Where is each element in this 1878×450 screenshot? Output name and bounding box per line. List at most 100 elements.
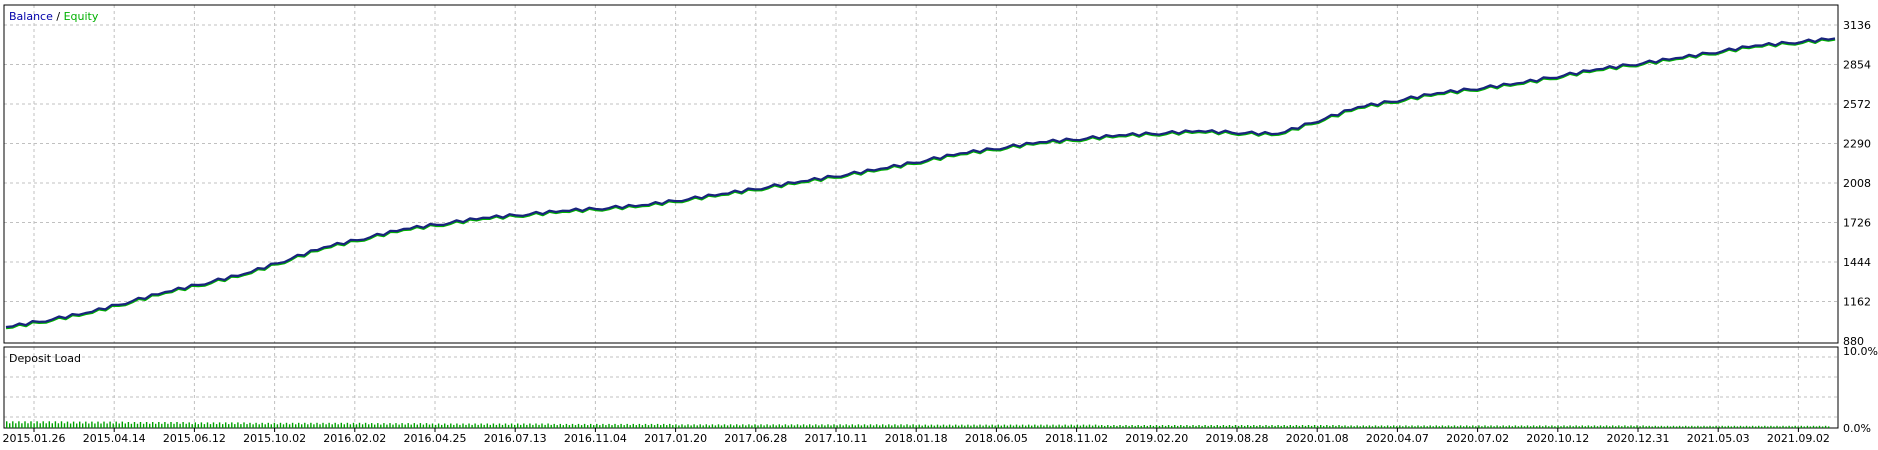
deposit-load-bar <box>587 425 589 428</box>
deposit-load-bar <box>918 424 920 428</box>
deposit-load-bar <box>18 421 20 429</box>
load-y-tick-label: 10.0% <box>1843 345 1878 358</box>
deposit-load-bar <box>298 422 300 429</box>
deposit-load-bar <box>1301 425 1304 428</box>
deposit-load-bar <box>161 423 163 428</box>
deposit-load-bar <box>203 424 206 429</box>
deposit-load-bar <box>1323 425 1325 428</box>
x-tick-label: 2021.09.02 <box>1767 432 1830 445</box>
deposit-load-bar <box>261 422 263 429</box>
deposit-load-bar <box>1803 426 1805 428</box>
deposit-load-bar <box>1265 425 1267 428</box>
deposit-load-bar <box>924 424 926 428</box>
deposit-load-bar <box>450 423 452 428</box>
deposit-load-bar <box>565 423 568 429</box>
deposit-load-bar <box>784 424 787 429</box>
deposit-load-bar <box>1201 425 1203 428</box>
deposit-load-bar <box>12 421 14 429</box>
x-tick-label: 2015.01.26 <box>3 432 66 445</box>
deposit-load-bar <box>1639 426 1641 429</box>
deposit-load-bar <box>127 422 130 428</box>
deposit-load-bar <box>1426 426 1428 429</box>
y-tick-label: 2854 <box>1843 59 1871 72</box>
deposit-load-bar <box>1183 425 1185 428</box>
deposit-load-bar <box>1225 425 1228 428</box>
deposit-load-bar <box>1575 425 1577 429</box>
deposit-load-bar <box>1706 426 1708 428</box>
deposit-load-bar <box>629 425 631 428</box>
deposit-load-bar <box>1320 425 1322 428</box>
deposit-load-bar <box>158 422 160 428</box>
deposit-load-bar <box>462 423 464 428</box>
deposit-load-bar <box>371 423 373 428</box>
deposit-load-bar <box>790 424 793 429</box>
deposit-load-bar <box>520 424 522 429</box>
deposit-load-bar <box>1463 426 1465 429</box>
deposit-load-bar <box>1642 425 1644 429</box>
deposit-load-bar <box>1070 424 1072 428</box>
deposit-load-bar <box>142 423 145 428</box>
deposit-load-bar <box>346 422 349 429</box>
deposit-load-bar <box>745 425 747 429</box>
deposit-load-bar <box>176 422 178 428</box>
deposit-load-bar <box>410 424 412 429</box>
deposit-load-bar <box>705 424 707 429</box>
deposit-load-bar <box>866 425 869 429</box>
deposit-load-bar <box>666 425 668 428</box>
deposit-load-bar <box>1718 426 1720 428</box>
load-y-tick-label: 0.0% <box>1843 422 1871 435</box>
deposit-load-bar <box>72 421 75 428</box>
deposit-load-bar <box>225 422 227 429</box>
deposit-load-bar <box>76 423 78 428</box>
deposit-load-bar <box>358 422 361 429</box>
deposit-load-bar <box>1560 426 1562 429</box>
deposit-load-bar <box>1177 425 1179 428</box>
deposit-load-bar <box>1648 425 1650 429</box>
deposit-load-bar <box>36 421 38 429</box>
deposit-load-bar <box>821 424 823 429</box>
deposit-load-bar <box>602 423 604 429</box>
deposit-load-bar <box>1283 425 1285 428</box>
deposit-load-bar <box>136 423 139 428</box>
deposit-load-bar <box>1274 425 1276 428</box>
deposit-load-bar <box>614 423 616 429</box>
deposit-load-bar <box>1715 425 1717 429</box>
deposit-load-bar <box>1000 425 1002 428</box>
deposit-load-bar <box>994 425 996 428</box>
deposit-load-bar <box>79 421 81 428</box>
deposit-load-bar <box>507 424 510 429</box>
deposit-load-bar <box>611 425 613 428</box>
deposit-load-bar <box>1490 425 1492 429</box>
deposit-load-bar <box>806 425 808 429</box>
deposit-load-bar <box>1466 425 1468 429</box>
deposit-load-bar <box>632 423 634 429</box>
deposit-load-bar <box>751 425 753 429</box>
deposit-load-bar <box>434 424 437 429</box>
deposit-load-bar <box>1104 425 1106 428</box>
deposit-load-bar <box>1116 425 1118 428</box>
deposit-load-bar <box>568 425 571 428</box>
deposit-load-bar <box>1131 425 1133 428</box>
deposit-load-bar <box>620 423 622 429</box>
x-tick-label: 2016.07.13 <box>484 432 547 445</box>
deposit-load-bar <box>285 422 288 429</box>
deposit-load-bar <box>139 422 142 428</box>
deposit-load-bar <box>1566 426 1568 429</box>
deposit-load-bar <box>1703 425 1705 429</box>
deposit-load-bar <box>690 425 692 429</box>
deposit-load-bar <box>322 422 324 429</box>
deposit-load-bar <box>349 424 352 428</box>
deposit-load-bar <box>529 423 531 428</box>
deposit-load-bar <box>1478 425 1480 429</box>
deposit-load-bar <box>1806 425 1809 429</box>
deposit-load-bar <box>1812 425 1815 429</box>
deposit-load-bar <box>1344 425 1346 429</box>
deposit-load-bar <box>763 425 765 429</box>
deposit-load-bar <box>325 424 327 428</box>
deposit-load-bar <box>574 425 577 428</box>
deposit-load-bar <box>933 425 936 428</box>
deposit-load-bar <box>441 424 443 429</box>
deposit-load-bar <box>170 422 172 428</box>
deposit-load-bar <box>583 423 586 429</box>
deposit-load-bar <box>885 425 887 429</box>
